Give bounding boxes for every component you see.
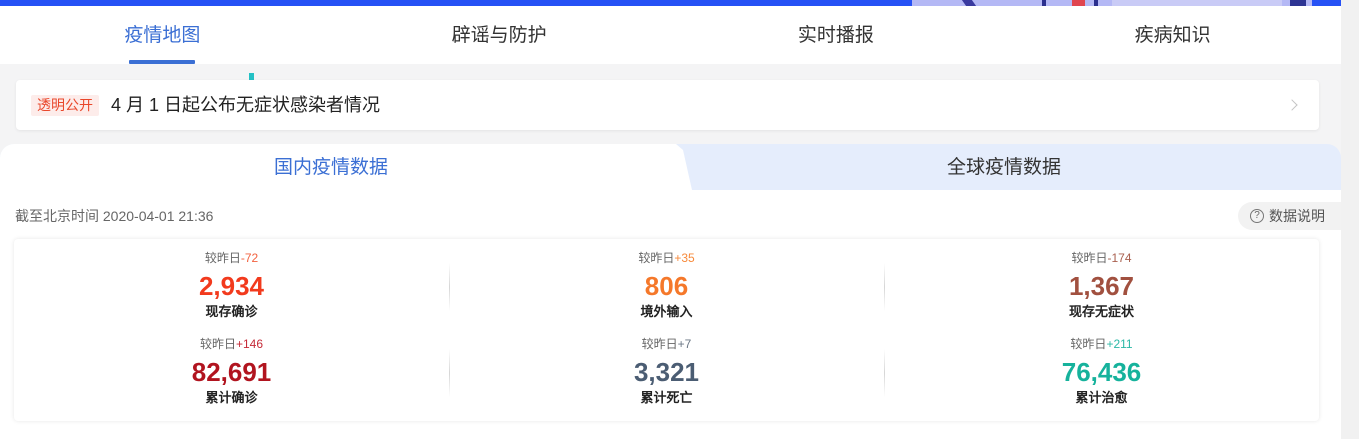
stat-current-asymptomatic: 较昨日-174 1,367 现存无症状 bbox=[884, 247, 1319, 333]
stat-compare: 较昨日+35 bbox=[449, 250, 884, 266]
tab-disease-knowledge[interactable]: 疾病知识 bbox=[1004, 6, 1341, 64]
stat-total-recovered: 较昨日+211 76,436 累计治愈 bbox=[884, 333, 1319, 419]
stat-label: 累计确诊 bbox=[205, 390, 258, 405]
scrollbar[interactable] bbox=[1341, 0, 1359, 439]
stat-compare: 较昨日-174 bbox=[884, 250, 1319, 266]
stat-value: 76,436 bbox=[1061, 357, 1142, 387]
compare-label: 较昨日 bbox=[199, 337, 236, 351]
tab-epidemic-map[interactable]: 疫情地图 bbox=[0, 6, 331, 64]
stat-label: 境外输入 bbox=[640, 304, 693, 319]
stat-value: 82,691 bbox=[191, 357, 272, 387]
question-circle-icon bbox=[1250, 209, 1264, 223]
tab-rumor-protection[interactable]: 辟谣与防护 bbox=[331, 6, 668, 64]
data-tabs: 全球疫情数据 国内疫情数据 bbox=[0, 144, 1341, 190]
tab-live-report[interactable]: 实时播报 bbox=[668, 6, 1005, 64]
stat-label: 累计死亡 bbox=[640, 390, 693, 405]
column-divider bbox=[449, 263, 450, 311]
compare-label: 较昨日 bbox=[1070, 337, 1107, 351]
data-panel: 截至北京时间 2020-04-01 21:36 数据说明 较昨日-72 2,93… bbox=[0, 190, 1341, 439]
column-divider bbox=[449, 349, 450, 397]
compare-label: 较昨日 bbox=[1071, 251, 1108, 265]
stats-card: 较昨日-72 2,934 现存确诊 较昨日+35 806 境外输入 较昨日-17… bbox=[14, 239, 1319, 421]
stat-compare: 较昨日+211 bbox=[884, 336, 1319, 352]
notice-card[interactable]: 透明公开 4 月 1 日起公布无症状感染者情况 bbox=[16, 80, 1319, 130]
tab-label: 国内疫情数据 bbox=[273, 157, 388, 178]
compare-label: 较昨日 bbox=[641, 337, 678, 351]
top-nav: 疫情地图 辟谣与防护 实时播报 疾病知识 bbox=[0, 6, 1341, 64]
tab-label: 疾病知识 bbox=[1134, 25, 1211, 46]
stat-total-deaths: 较昨日+7 3,321 累计死亡 bbox=[449, 333, 884, 419]
stat-label: 累计治愈 bbox=[1075, 390, 1128, 405]
stat-value: 3,321 bbox=[633, 357, 700, 387]
stat-value: 2,934 bbox=[198, 271, 265, 301]
top-nav-tabs: 疫情地图 辟谣与防护 实时播报 疾病知识 bbox=[0, 6, 1341, 64]
tab-label: 疫情地图 bbox=[124, 25, 201, 46]
tab-global-data[interactable]: 全球疫情数据 bbox=[690, 144, 1341, 190]
stat-delta: +7 bbox=[677, 337, 692, 351]
stat-value: 806 bbox=[644, 271, 689, 301]
tab-label: 辟谣与防护 bbox=[451, 25, 547, 46]
data-note-label: 数据说明 bbox=[1269, 208, 1325, 224]
stat-imported: 较昨日+35 806 境外输入 bbox=[449, 247, 884, 333]
tab-label: 实时播报 bbox=[797, 25, 874, 46]
notice-badge: 透明公开 bbox=[31, 95, 99, 116]
notice-text: 4 月 1 日起公布无症状感染者情况 bbox=[111, 95, 381, 115]
stat-delta: +211 bbox=[1106, 337, 1133, 351]
compare-label: 较昨日 bbox=[204, 251, 241, 265]
chevron-right-icon bbox=[1286, 99, 1298, 111]
stat-label: 现存无症状 bbox=[1068, 304, 1134, 319]
stat-compare: 较昨日+7 bbox=[449, 336, 884, 352]
stat-value: 1,367 bbox=[1068, 271, 1135, 301]
stat-label: 现存确诊 bbox=[205, 304, 258, 319]
active-tab-indicator bbox=[129, 60, 196, 64]
tab-domestic-data[interactable]: 国内疫情数据 bbox=[0, 144, 692, 190]
stat-delta: -174 bbox=[1107, 251, 1132, 265]
column-divider bbox=[884, 263, 885, 311]
stat-current-confirmed: 较昨日-72 2,934 现存确诊 bbox=[14, 247, 449, 333]
tab-label: 全球疫情数据 bbox=[946, 157, 1061, 178]
stat-delta: +35 bbox=[674, 251, 695, 265]
stat-delta: +146 bbox=[235, 337, 264, 351]
stat-total-confirmed: 较昨日+146 82,691 累计确诊 bbox=[14, 333, 449, 419]
stats-grid: 较昨日-72 2,934 现存确诊 较昨日+35 806 境外输入 较昨日-17… bbox=[14, 247, 1319, 419]
compare-label: 较昨日 bbox=[638, 251, 675, 265]
column-divider bbox=[884, 349, 885, 397]
data-note-button[interactable]: 数据说明 bbox=[1238, 202, 1341, 230]
stat-compare: 较昨日+146 bbox=[14, 336, 449, 352]
update-time: 截至北京时间 2020-04-01 21:36 bbox=[15, 208, 214, 224]
stat-delta: -72 bbox=[240, 251, 259, 265]
stat-compare: 较昨日-72 bbox=[14, 250, 449, 266]
